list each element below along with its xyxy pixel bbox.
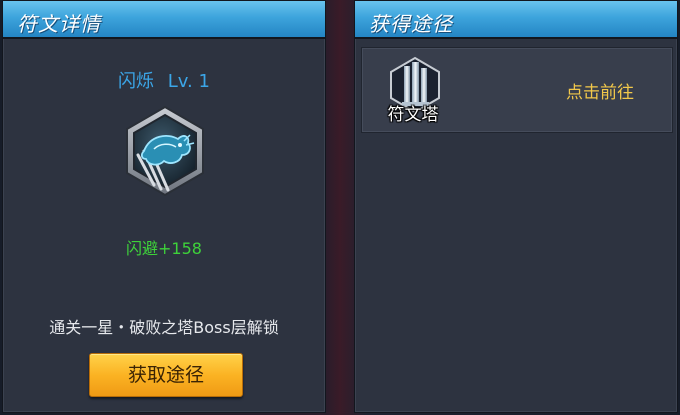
get-source-button[interactable]: 获取途径 (89, 353, 243, 397)
rune-detail-header: 符文详情 (3, 1, 325, 39)
rune-detail-title: 符文详情 (17, 12, 101, 36)
source-label: 符文塔 (387, 105, 439, 125)
acquire-paths-title: 获得途径 (369, 12, 453, 36)
acquire-paths-header: 获得途径 (355, 1, 677, 39)
rune-name: 闪烁 (118, 71, 155, 92)
unlock-condition: 通关一星・破败之塔Boss层解锁 (49, 318, 279, 337)
source-row-rune-tower[interactable]: 符文塔 点击前往 (361, 47, 673, 133)
dragon-emblem-icon (124, 105, 206, 197)
rune-level: Lv. 1 (167, 71, 210, 92)
acquire-paths-panel: 获得途径 符文塔 点击前往 (354, 0, 678, 413)
rune-name-line: 闪烁 Lv. 1 (3, 67, 325, 93)
rune-stat-bonus: 闪避+158 (126, 239, 202, 258)
rune-detail-panel: 符文详情 闪烁 Lv. 1 闪避+158 通关一星・破败之塔Boss层解锁 获取… (2, 0, 326, 413)
game-ui-scene: 符文详情 闪烁 Lv. 1 闪避+158 通关一星・破败之塔Boss层解锁 获取… (0, 0, 680, 415)
goto-link[interactable]: 点击前往 (566, 78, 634, 103)
